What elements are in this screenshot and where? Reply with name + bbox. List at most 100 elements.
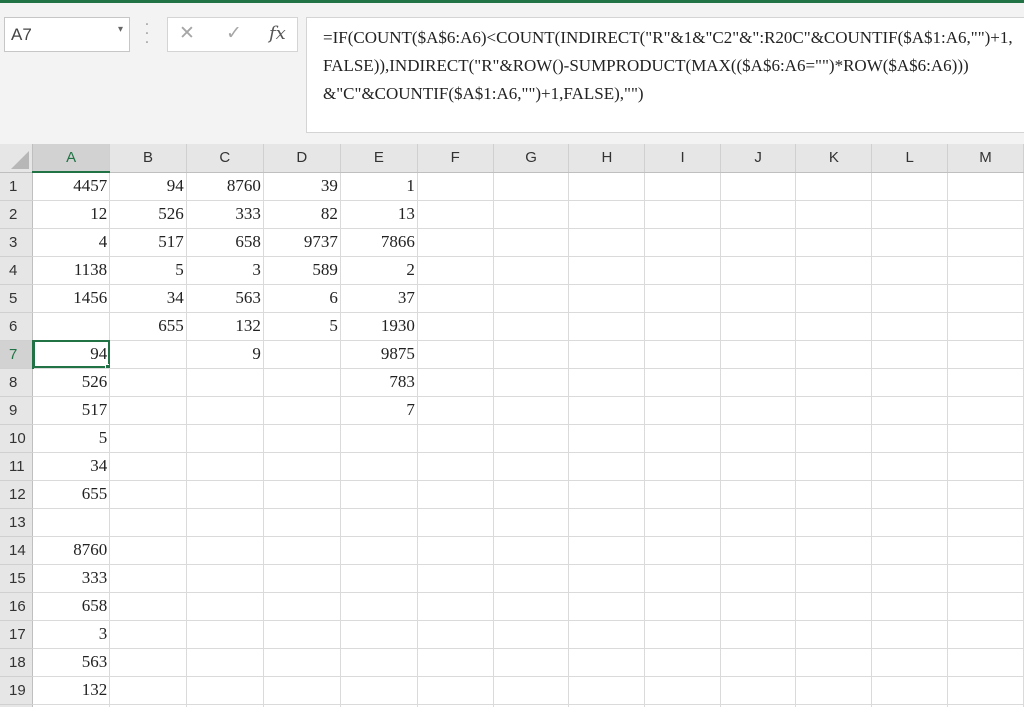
cell-C17[interactable]	[186, 620, 264, 649]
cell-F4[interactable]	[417, 256, 494, 285]
cell-I13[interactable]	[644, 508, 721, 537]
column-header-B[interactable]: B	[109, 144, 187, 173]
cell-I18[interactable]	[644, 648, 721, 677]
cell-B12[interactable]	[109, 480, 187, 509]
cell-L9[interactable]	[871, 396, 948, 425]
cell-D18[interactable]	[263, 648, 341, 677]
row-header-18[interactable]: 18	[0, 648, 34, 677]
cell-J1[interactable]	[720, 172, 797, 201]
name-box[interactable]: A7 ▾	[4, 17, 130, 52]
column-header-G[interactable]: G	[493, 144, 570, 173]
cell-M18[interactable]	[947, 648, 1024, 677]
cell-I10[interactable]	[644, 424, 721, 453]
cell-H2[interactable]	[568, 200, 646, 229]
cell-I12[interactable]	[644, 480, 721, 509]
cell-D15[interactable]	[263, 564, 341, 593]
cell-D2[interactable]: 82	[263, 200, 341, 229]
cell-M1[interactable]	[947, 172, 1024, 201]
cell-G7[interactable]	[493, 340, 570, 369]
cell-A1[interactable]: 4457	[32, 172, 111, 201]
cell-D17[interactable]	[263, 620, 341, 649]
row-header-9[interactable]: 9	[0, 396, 34, 425]
cell-L2[interactable]	[871, 200, 948, 229]
cell-H16[interactable]	[568, 592, 646, 621]
cell-J14[interactable]	[720, 536, 797, 565]
cell-G16[interactable]	[493, 592, 570, 621]
cell-A12[interactable]: 655	[32, 480, 111, 509]
cell-L3[interactable]	[871, 228, 948, 257]
cell-H8[interactable]	[568, 368, 646, 397]
row-header-11[interactable]: 11	[0, 452, 34, 481]
cell-B18[interactable]	[109, 648, 187, 677]
cell-C15[interactable]	[186, 564, 264, 593]
cell-M19[interactable]	[947, 676, 1024, 705]
cell-A19[interactable]: 132	[32, 676, 111, 705]
cell-M9[interactable]	[947, 396, 1024, 425]
cell-F1[interactable]	[417, 172, 494, 201]
cell-J6[interactable]	[720, 312, 797, 341]
cell-M4[interactable]	[947, 256, 1024, 285]
cell-F18[interactable]	[417, 648, 494, 677]
cell-G10[interactable]	[493, 424, 570, 453]
cell-M12[interactable]	[947, 480, 1024, 509]
cell-F16[interactable]	[417, 592, 494, 621]
cell-M14[interactable]	[947, 536, 1024, 565]
cell-A13[interactable]	[32, 508, 111, 537]
cell-C4[interactable]: 3	[186, 256, 264, 285]
cell-J10[interactable]	[720, 424, 797, 453]
cell-J3[interactable]	[720, 228, 797, 257]
cell-C14[interactable]	[186, 536, 264, 565]
cell-H10[interactable]	[568, 424, 646, 453]
cell-C1[interactable]: 8760	[186, 172, 264, 201]
cell-E12[interactable]	[340, 480, 418, 509]
column-header-K[interactable]: K	[795, 144, 873, 173]
row-header-16[interactable]: 16	[0, 592, 34, 621]
cell-E11[interactable]	[340, 452, 418, 481]
cell-G11[interactable]	[493, 452, 570, 481]
cell-H4[interactable]	[568, 256, 646, 285]
cell-B8[interactable]	[109, 368, 187, 397]
cell-L1[interactable]	[871, 172, 948, 201]
column-header-L[interactable]: L	[871, 144, 948, 173]
column-header-I[interactable]: I	[644, 144, 721, 173]
cell-H17[interactable]	[568, 620, 646, 649]
cell-I17[interactable]	[644, 620, 721, 649]
column-header-H[interactable]: H	[568, 144, 646, 173]
cell-K18[interactable]	[795, 648, 873, 677]
row-header-17[interactable]: 17	[0, 620, 34, 649]
cell-J18[interactable]	[720, 648, 797, 677]
cell-E4[interactable]: 2	[340, 256, 418, 285]
cell-B10[interactable]	[109, 424, 187, 453]
cell-I16[interactable]	[644, 592, 721, 621]
column-header-D[interactable]: D	[263, 144, 341, 173]
cell-A4[interactable]: 1138	[32, 256, 111, 285]
chevron-down-icon[interactable]: ▾	[118, 24, 123, 35]
cell-B15[interactable]	[109, 564, 187, 593]
row-header-6[interactable]: 6	[0, 312, 34, 341]
cell-B14[interactable]	[109, 536, 187, 565]
cell-G5[interactable]	[493, 284, 570, 313]
column-header-E[interactable]: E	[340, 144, 418, 173]
cell-E15[interactable]	[340, 564, 418, 593]
cell-G13[interactable]	[493, 508, 570, 537]
cell-F9[interactable]	[417, 396, 494, 425]
cell-C3[interactable]: 658	[186, 228, 264, 257]
cell-H11[interactable]	[568, 452, 646, 481]
cell-F7[interactable]	[417, 340, 494, 369]
cell-C13[interactable]	[186, 508, 264, 537]
enter-check-icon[interactable]: ✓	[226, 22, 242, 44]
cell-G12[interactable]	[493, 480, 570, 509]
cell-E13[interactable]	[340, 508, 418, 537]
cell-F5[interactable]	[417, 284, 494, 313]
cell-F3[interactable]	[417, 228, 494, 257]
cell-C11[interactable]	[186, 452, 264, 481]
cell-A3[interactable]: 4	[32, 228, 111, 257]
cell-I7[interactable]	[644, 340, 721, 369]
cell-H9[interactable]	[568, 396, 646, 425]
cell-K19[interactable]	[795, 676, 873, 705]
cell-M17[interactable]	[947, 620, 1024, 649]
cell-H5[interactable]	[568, 284, 646, 313]
cell-E6[interactable]: 1930	[340, 312, 418, 341]
formula-input[interactable]: =IF(COUNT($A$6:A6)<COUNT(INDIRECT("R"&1&…	[306, 17, 1024, 133]
cell-K8[interactable]	[795, 368, 873, 397]
